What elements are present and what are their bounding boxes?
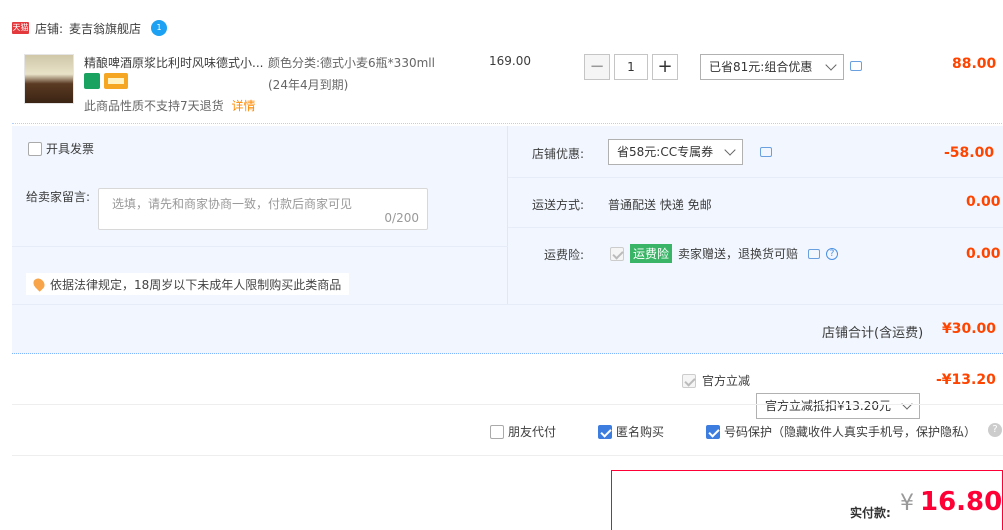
no-return-text: 此商品性质不支持7天退货 (84, 99, 224, 113)
qty-input[interactable]: 1 (614, 54, 648, 80)
anonymous-label: 匿名购买 (616, 425, 665, 439)
unit-price: 169.00 (489, 54, 531, 68)
legal-notice: 依据法律规定，18周岁以下未成年人限制购买此类商品 (26, 273, 350, 295)
sku-value: 德式小麦6瓶*330mll (320, 56, 435, 70)
row-divider (12, 455, 1003, 456)
invoice-option[interactable]: 开具发票 (28, 140, 94, 157)
promo-select-value: 已省81元:组合优惠 (709, 60, 813, 74)
seller-message-placeholder: 选填，请先和商家协商一致，付款后商家可见 (112, 197, 353, 211)
no-return-notice: 此商品性质不支持7天退货 详情 (84, 97, 255, 114)
shop-discount-label: 店铺优惠: (532, 147, 585, 161)
qty-minus-button[interactable]: − (584, 54, 610, 80)
official-discount-amount: -¥13.20 (936, 372, 996, 388)
currency-symbol: ¥ (900, 491, 914, 516)
payment-label: 实付款: (850, 506, 891, 520)
qty-plus-button[interactable]: + (652, 54, 678, 80)
insurance-desc: 卖家赠送，退换货可赔 (678, 247, 799, 261)
shipping-label: 运送方式: (532, 198, 585, 212)
chevron-down-icon (724, 144, 736, 156)
official-discount-checkbox (682, 373, 696, 388)
product-title[interactable]: 精酿啤酒原浆比利时风味德式小... (84, 54, 274, 71)
invoice-label: 开具发票 (46, 142, 95, 156)
sku-info[interactable]: 颜色分类:德式小麦6瓶*330mll (24年4月到期) (268, 54, 435, 93)
sku-label: 颜色分类: (268, 56, 321, 70)
shipping-amount: 0.00 (966, 194, 1001, 210)
seller-message-counter: 0/200 (384, 211, 419, 225)
shop-name[interactable]: 麦吉翁旗舰店 (69, 20, 141, 37)
shop-total-label: 店铺合计(含运费) (822, 326, 924, 341)
comment-icon[interactable] (760, 147, 772, 157)
shop-discount-select[interactable]: 省58元:CC专属券 (608, 139, 743, 165)
insurance-amount: 0.00 (966, 246, 1001, 262)
insurance-tag: 运费险 (630, 244, 673, 263)
insurance-checkbox (610, 246, 624, 261)
shop-header: 天猫 店铺: 麦吉翁旗舰店 1 (12, 16, 168, 40)
item-subtotal: 88.00 (952, 56, 997, 72)
invoice-checkbox[interactable] (28, 141, 42, 156)
chevron-down-icon (825, 59, 837, 71)
wangwang-chat-icon[interactable]: 1 (151, 20, 168, 36)
help-icon[interactable]: ? (826, 247, 839, 260)
quantity-stepper: − 1 + (584, 54, 678, 80)
location-pin-icon (31, 276, 47, 292)
row-divider (508, 177, 1003, 178)
product-badges (84, 73, 128, 89)
shop-total-amount: ¥30.00 (942, 321, 997, 337)
details-link[interactable]: 详情 (231, 99, 255, 113)
cart-item-row: 精酿啤酒原浆比利时风味德式小... 此商品性质不支持7天退货 详情 颜色分类:德… (12, 42, 1002, 124)
payment-amount: 16.80 (920, 487, 1003, 517)
panel-divider (507, 126, 508, 304)
product-thumbnail[interactable] (24, 54, 74, 104)
friend-pay-checkbox[interactable] (490, 424, 504, 439)
promo-select[interactable]: 已省81元:组合优惠 (700, 54, 844, 80)
official-discount-option: 官方立减 (682, 372, 750, 389)
friend-pay-option[interactable]: 朋友代付 (490, 423, 556, 440)
shop-discount-amount: -58.00 (944, 145, 995, 161)
privacy-label: 号码保护（隐藏收件人真实手机号，保护隐私） (724, 425, 977, 439)
row-divider (12, 246, 508, 247)
official-discount-select[interactable]: 官方立减抵扣¥13.20元 (756, 393, 920, 419)
official-discount-label: 官方立减 (702, 374, 751, 388)
seller-message-label: 给卖家留言: (26, 190, 91, 204)
row-divider (12, 404, 1003, 405)
comment-icon[interactable] (808, 248, 821, 259)
row-divider (508, 227, 1003, 228)
insurance-option: 运费险 卖家赠送，退换货可赔 ? (610, 244, 839, 263)
row-divider (12, 304, 1003, 305)
insurance-label: 运费险: (544, 248, 585, 262)
privacy-option[interactable]: 号码保护（隐藏收件人真实手机号，保护隐私） (706, 423, 976, 440)
sku-expiry: (24年4月到期) (268, 78, 349, 92)
shipping-method: 普通配送 快递 免邮 (608, 198, 712, 212)
payment-summary: 实付款: ¥ 16.80 (611, 470, 1003, 530)
shop-discount-value: 省58元:CC专属券 (617, 145, 714, 159)
shop-label: 店铺: (35, 21, 64, 36)
anonymous-checkbox[interactable] (598, 424, 612, 439)
official-discount-value: 官方立减抵扣¥13.20元 (765, 399, 891, 413)
credit-card-icon[interactable] (104, 73, 128, 89)
help-icon[interactable]: ? (988, 423, 1002, 437)
seller-message-field[interactable]: 选填，请先和商家协商一致，付款后商家可见 0/200 (98, 188, 428, 230)
anonymous-option[interactable]: 匿名购买 (598, 423, 664, 440)
guarantee-badge-icon[interactable] (84, 73, 100, 89)
comment-icon[interactable] (850, 61, 862, 71)
legal-notice-text: 依据法律规定，18周岁以下未成年人限制购买此类商品 (50, 277, 342, 292)
friend-pay-label: 朋友代付 (508, 425, 557, 439)
tmall-badge-icon: 天猫 (12, 22, 29, 34)
privacy-checkbox[interactable] (706, 424, 720, 439)
